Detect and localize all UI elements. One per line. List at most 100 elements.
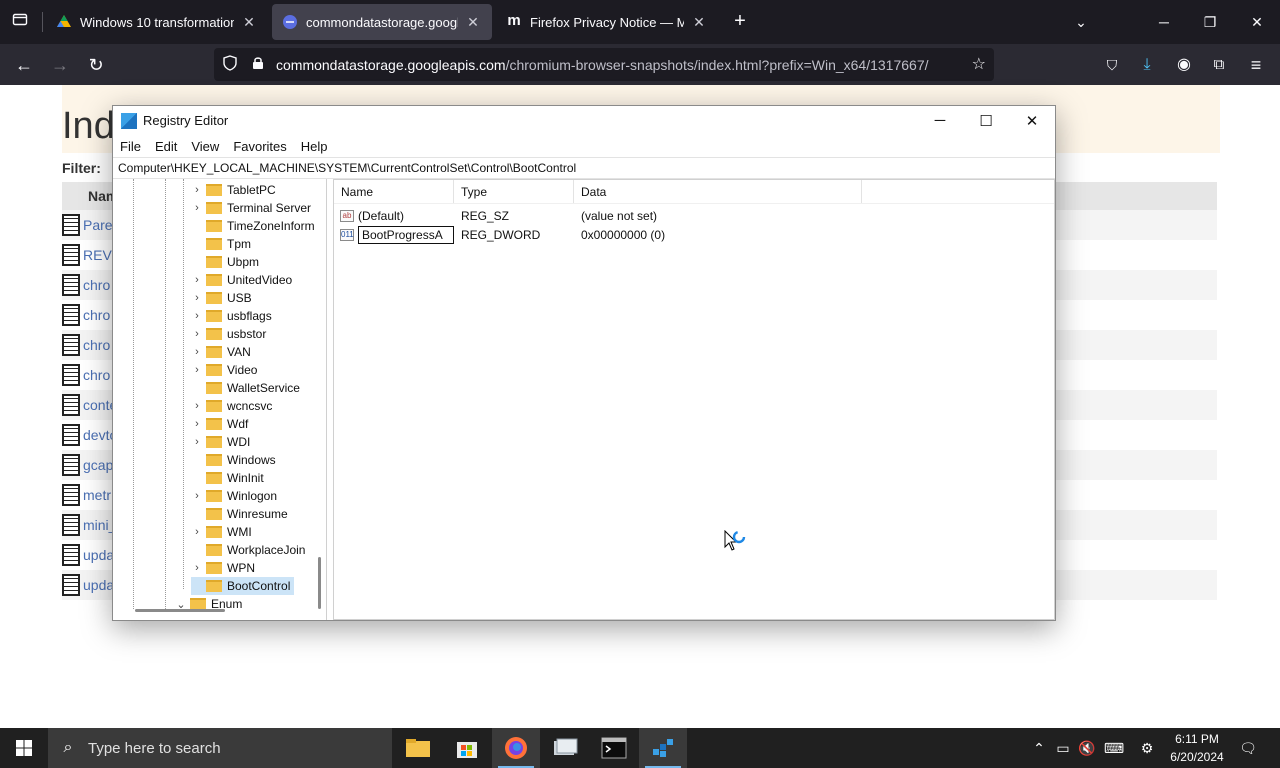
taskbar-search[interactable]: ⌕ Type here to search: [48, 728, 392, 768]
chevron-right-icon[interactable]: ›: [191, 364, 203, 376]
menu-help[interactable]: Help: [301, 139, 328, 154]
tree-node-terminal-server[interactable]: › Terminal Server: [191, 199, 311, 217]
tree-node-windows[interactable]: Windows: [191, 451, 276, 469]
bookmark-star-icon[interactable]: ☆: [972, 54, 986, 74]
file-link[interactable]: gcap: [83, 457, 113, 473]
tree-node-winlogon[interactable]: › Winlogon: [191, 487, 277, 505]
chevron-right-icon[interactable]: ›: [191, 310, 203, 322]
chevron-right-icon[interactable]: ›: [191, 274, 203, 286]
lock-icon[interactable]: [246, 56, 270, 73]
close-tab-icon[interactable]: ✕: [690, 14, 708, 31]
tab-firefox-privacy[interactable]: m Firefox Privacy Notice — Mozill ✕: [496, 0, 718, 44]
file-link[interactable]: chro: [83, 307, 110, 323]
back-icon[interactable]: ←: [10, 51, 38, 79]
show-hidden-icons[interactable]: ⌃: [1028, 728, 1050, 768]
tree-node-wdi[interactable]: › WDI: [191, 433, 250, 451]
tree-node-tpm[interactable]: Tpm: [191, 235, 251, 253]
file-link[interactable]: chro: [83, 337, 110, 353]
account-icon[interactable]: ◉: [1170, 51, 1198, 79]
file-link[interactable]: upda: [83, 577, 114, 593]
close-button[interactable]: ✕: [1009, 112, 1055, 130]
chevron-right-icon[interactable]: ›: [191, 418, 203, 430]
volume-icon[interactable]: 🔇: [1076, 728, 1098, 768]
menu-file[interactable]: File: [120, 139, 141, 154]
file-link[interactable]: chro: [83, 277, 110, 293]
tree-node-usbstor[interactable]: › usbstor: [191, 325, 266, 343]
close-window-button[interactable]: ✕: [1234, 0, 1280, 44]
registry-editor-taskbar-button[interactable]: [639, 728, 687, 768]
tab-windows-10[interactable]: Windows 10 transformation pa ✕: [46, 0, 268, 44]
column-data[interactable]: Data: [574, 180, 862, 203]
restore-button[interactable]: ❐: [1187, 0, 1233, 44]
maximize-button[interactable]: ☐: [963, 112, 1009, 130]
notifications-icon[interactable]: 🗨: [1236, 728, 1260, 768]
column-type[interactable]: Type: [454, 180, 574, 203]
chevron-right-icon[interactable]: ›: [191, 292, 203, 304]
tree-node-wpn[interactable]: › WPN: [191, 559, 255, 577]
settings-icon[interactable]: ⚙: [1135, 728, 1159, 768]
rename-value-input[interactable]: BootProgressA: [358, 225, 454, 244]
forward-icon[interactable]: →: [46, 51, 74, 79]
tree-node-bootcontrol[interactable]: BootControl: [191, 577, 295, 595]
menu-favorites[interactable]: Favorites: [233, 139, 286, 154]
tree-node-walletservice[interactable]: WalletService: [191, 379, 300, 397]
reload-icon[interactable]: ↻: [82, 51, 110, 79]
url-bar[interactable]: commondatastorage.googleapis.com/chromiu…: [214, 48, 994, 81]
value-row-bootprogress[interactable]: 011 BootProgressA REG_DWORD 0x00000000 (0…: [334, 225, 1054, 244]
file-link[interactable]: metr: [83, 487, 111, 503]
column-name[interactable]: Name: [334, 180, 454, 203]
keyboard-icon[interactable]: ⌨: [1100, 728, 1128, 768]
tree-node-tabletpc[interactable]: › TabletPC: [191, 181, 276, 199]
tree-node-wmi[interactable]: › WMI: [191, 523, 252, 541]
terminal-taskbar-button[interactable]: [590, 728, 638, 768]
tree-node-van[interactable]: › VAN: [191, 343, 251, 361]
network-icon[interactable]: ▭: [1052, 728, 1074, 768]
value-row-default[interactable]: ab (Default) REG_SZ (value not set): [334, 206, 1054, 225]
tree-node-wdf[interactable]: › Wdf: [191, 415, 248, 433]
chevron-right-icon[interactable]: ›: [191, 400, 203, 412]
tab-list-icon[interactable]: [8, 10, 32, 34]
address-bar[interactable]: Computer\HKEY_LOCAL_MACHINE\SYSTEM\Curre…: [113, 157, 1055, 179]
app-taskbar-button[interactable]: [541, 728, 589, 768]
chevron-right-icon[interactable]: ›: [191, 346, 203, 358]
tree-horizontal-scrollbar[interactable]: [135, 609, 225, 612]
tree-node-timezoneinform[interactable]: TimeZoneInform: [191, 217, 315, 235]
minimize-button[interactable]: ─: [917, 112, 963, 130]
chevron-right-icon[interactable]: ›: [191, 562, 203, 574]
file-link[interactable]: REV: [83, 247, 112, 263]
chevron-right-icon[interactable]: ›: [191, 328, 203, 340]
store-taskbar-button[interactable]: [443, 728, 491, 768]
tree-node-winresume[interactable]: Winresume: [191, 505, 288, 523]
file-link[interactable]: Pare: [83, 217, 113, 233]
chevron-right-icon[interactable]: ›: [191, 490, 203, 502]
shield-icon[interactable]: [218, 55, 242, 74]
tree-node-unitedvideo[interactable]: › UnitedVideo: [191, 271, 292, 289]
close-tab-icon[interactable]: ✕: [464, 14, 482, 31]
url-text[interactable]: commondatastorage.googleapis.com/chromiu…: [276, 57, 929, 73]
menu-edit[interactable]: Edit: [155, 139, 177, 154]
tree-node-wcncsvc[interactable]: › wcncsvc: [191, 397, 272, 415]
tree-vertical-scrollbar[interactable]: [318, 557, 321, 609]
tree-node-workplacejoin[interactable]: WorkplaceJoin: [191, 541, 305, 559]
close-tab-icon[interactable]: ✕: [240, 14, 258, 31]
chevron-right-icon[interactable]: ›: [191, 184, 203, 196]
download-icon[interactable]: ⤓: [1133, 51, 1161, 79]
file-link[interactable]: upda: [83, 547, 114, 563]
new-tab-button[interactable]: +: [728, 10, 752, 34]
chevron-right-icon[interactable]: ›: [191, 526, 203, 538]
clock[interactable]: 6:11 PM 6/20/2024: [1164, 730, 1230, 766]
menu-icon[interactable]: ≡: [1242, 51, 1270, 79]
extensions-icon[interactable]: ⧉: [1205, 51, 1233, 79]
list-all-tabs-icon[interactable]: ⌄: [1058, 0, 1104, 44]
pocket-icon[interactable]: ⛉: [1098, 51, 1126, 79]
chevron-right-icon[interactable]: ›: [191, 202, 203, 214]
tab-commondatastorage[interactable]: commondatastorage.googleap ✕: [272, 4, 492, 40]
chevron-right-icon[interactable]: ›: [191, 436, 203, 448]
start-button[interactable]: [0, 728, 48, 768]
tree-node-video[interactable]: › Video: [191, 361, 257, 379]
firefox-taskbar-button[interactable]: [492, 728, 540, 768]
file-link[interactable]: chro: [83, 367, 110, 383]
tree-node-usbflags[interactable]: › usbflags: [191, 307, 272, 325]
tree-node-ubpm[interactable]: Ubpm: [191, 253, 259, 271]
file-explorer-taskbar-button[interactable]: [394, 728, 442, 768]
